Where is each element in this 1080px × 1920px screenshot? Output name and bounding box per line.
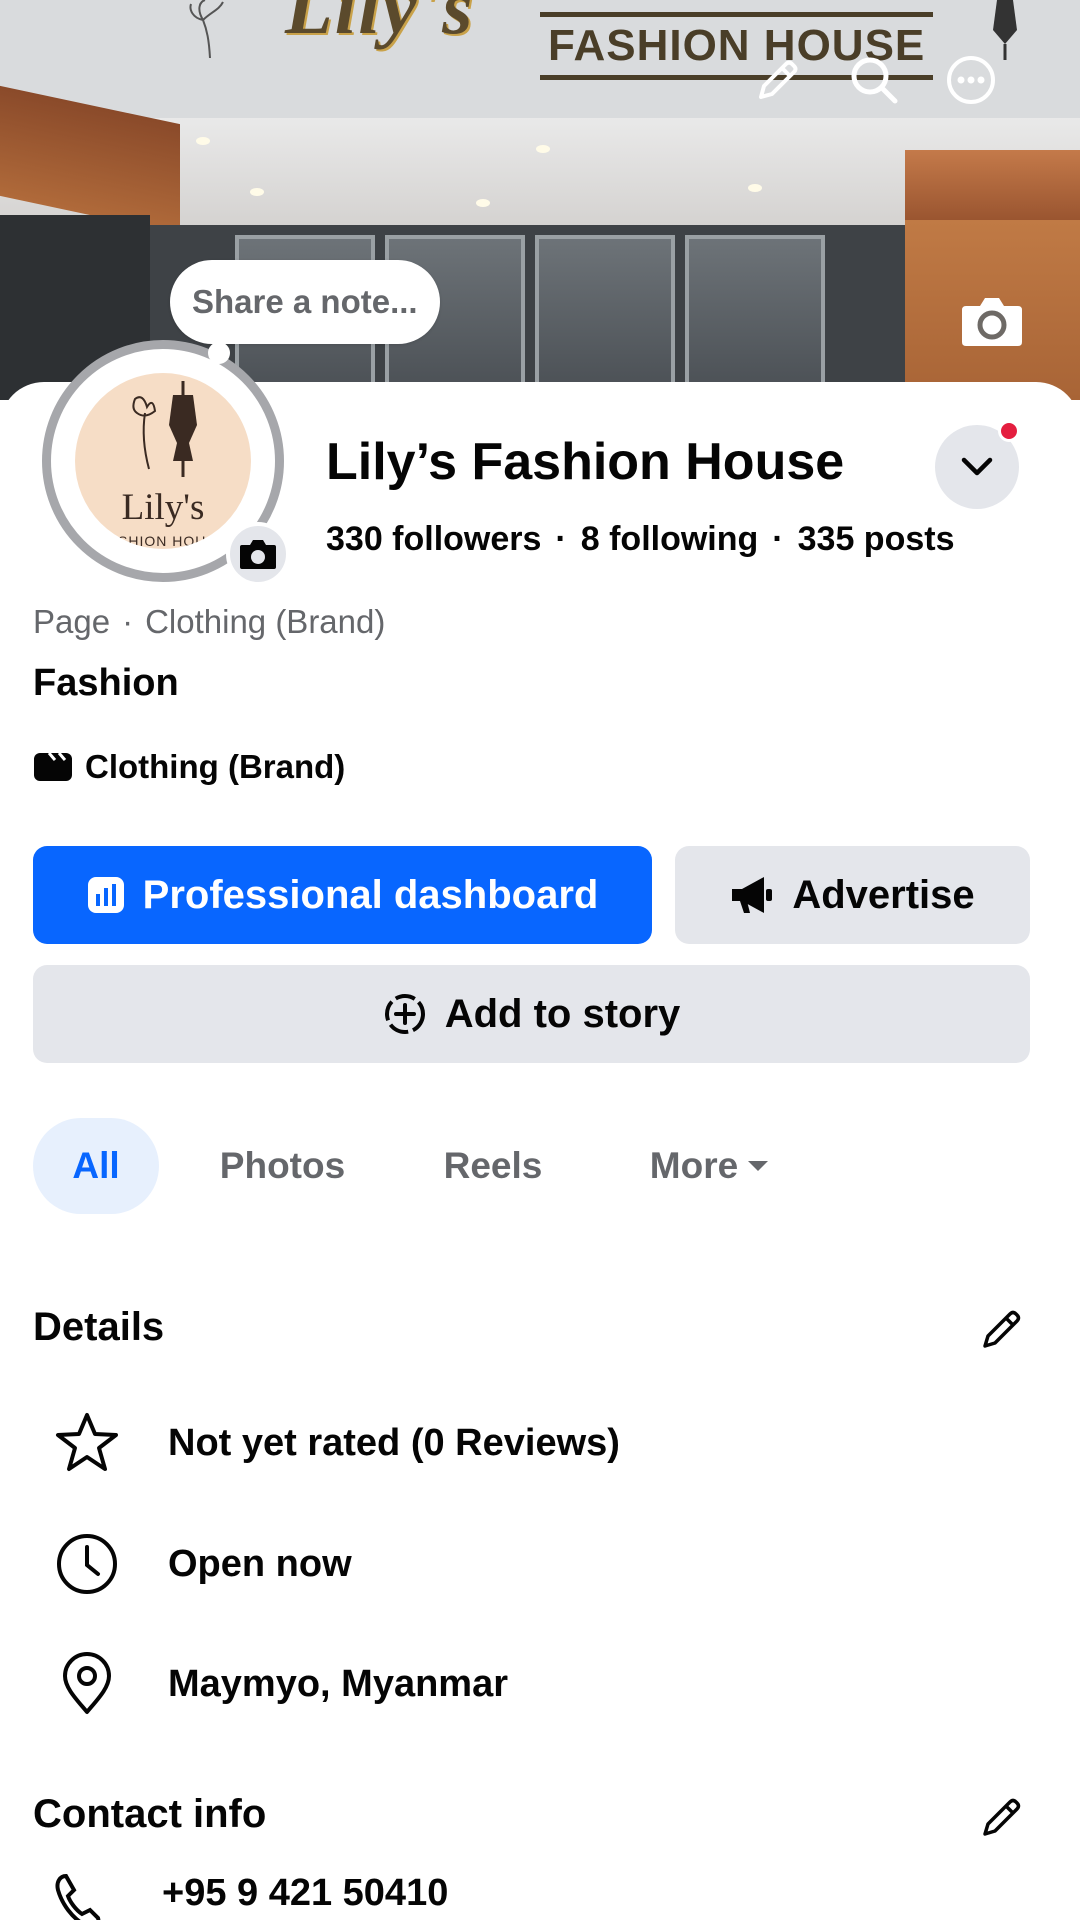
location-pin-icon — [52, 1649, 122, 1719]
cover-awning-right — [905, 150, 1080, 220]
page-bio: Fashion — [33, 662, 179, 704]
note-bubble-tail — [195, 364, 207, 376]
avatar-subtitle-text: FASHION HOUSE — [98, 533, 228, 549]
edit-details-button[interactable] — [975, 1300, 1031, 1356]
phone-icon — [55, 1873, 101, 1920]
edit-cover-button[interactable] — [750, 52, 806, 108]
tab-reels[interactable]: Reels — [428, 1118, 558, 1214]
stats-separator: · — [555, 520, 567, 558]
search-icon — [851, 57, 898, 104]
add-to-story-label: Add to story — [444, 991, 681, 1036]
contact-phone-text: +95 9 421 50410 — [162, 1872, 449, 1914]
page-type-label: Page — [33, 603, 111, 640]
advertise-label: Advertise — [792, 872, 975, 917]
more-options-button[interactable] — [943, 52, 999, 108]
ceiling-light — [536, 145, 550, 153]
detail-location[interactable]: Maymyo, Myanmar — [52, 1649, 508, 1719]
change-profile-picture-button[interactable] — [226, 522, 290, 586]
lily-flower-icon — [189, 0, 224, 58]
category-row-label: Clothing (Brand) — [85, 748, 346, 785]
page-category-label: Clothing (Brand) — [145, 603, 386, 640]
professional-dashboard-label: Professional dashboard — [142, 872, 599, 917]
edit-contact-button[interactable] — [975, 1788, 1031, 1844]
camera-icon — [240, 540, 276, 569]
note-bubble-tail — [208, 342, 230, 364]
category-separator: · — [122, 603, 134, 640]
page-title: Lily’s Fashion House — [326, 433, 845, 491]
star-icon — [52, 1408, 122, 1478]
pencil-icon — [759, 60, 798, 99]
pencil-icon — [983, 1310, 1021, 1348]
profile-stats: 330 followers · 8 following · 335 posts — [326, 520, 954, 559]
ceiling-light — [196, 137, 210, 145]
add-story-icon — [384, 994, 425, 1034]
advertise-button[interactable]: Advertise — [675, 846, 1030, 944]
camera-icon — [962, 298, 1022, 346]
avatar: Lily's FASHION HOUSE — [75, 373, 251, 549]
avatar-brand-text: Lily's — [121, 487, 205, 528]
cover-window — [685, 235, 825, 400]
contact-phone-row[interactable]: +95 9 421 50410 — [52, 1872, 448, 1920]
professional-dashboard-button[interactable]: Professional dashboard — [33, 846, 652, 944]
tab-photos[interactable]: Photos — [200, 1118, 365, 1214]
category-row: Clothing (Brand) — [33, 748, 345, 786]
ceiling-light — [748, 184, 762, 192]
notification-dot — [998, 420, 1020, 442]
tab-more-label: More — [649, 1145, 739, 1186]
stats-separator: · — [772, 520, 784, 558]
detail-rating-text: Not yet rated (0 Reviews) — [168, 1421, 620, 1464]
ceiling-light — [250, 188, 264, 196]
change-cover-photo-button[interactable] — [960, 292, 1024, 348]
add-to-story-button[interactable]: Add to story — [33, 965, 1030, 1063]
page-category-line: Page · Clothing (Brand) — [33, 603, 385, 641]
chevron-down-icon — [961, 457, 993, 476]
clapperboard-icon — [34, 752, 72, 781]
more-horizontal-icon — [947, 56, 995, 104]
dashboard-chart-icon — [87, 877, 124, 913]
contact-info-heading: Contact info — [33, 1792, 267, 1836]
detail-hours-text: Open now — [168, 1542, 352, 1585]
following-count[interactable]: 8 following — [581, 520, 759, 558]
followers-count[interactable]: 330 followers — [326, 520, 541, 558]
share-note-bubble[interactable]: Share a note... — [170, 260, 440, 344]
search-button[interactable] — [846, 52, 902, 108]
posts-count: 335 posts — [797, 520, 955, 558]
logo-mannequin-icon — [132, 381, 197, 477]
ceiling-light — [476, 199, 490, 207]
caret-down-icon — [748, 1161, 769, 1171]
detail-location-text: Maymyo, Myanmar — [168, 1662, 509, 1705]
details-heading: Details — [33, 1305, 165, 1349]
tab-more[interactable]: More — [625, 1118, 795, 1214]
detail-rating[interactable]: Not yet rated (0 Reviews) — [52, 1408, 620, 1478]
detail-hours[interactable]: Open now — [52, 1529, 352, 1599]
mannequin-icon — [993, 0, 1017, 60]
megaphone-icon — [732, 877, 773, 913]
cover-window — [535, 235, 675, 400]
cover-sign-brand: Lily's — [285, 0, 475, 50]
pencil-icon — [983, 1798, 1021, 1836]
clock-icon — [52, 1529, 122, 1599]
tab-all[interactable]: All — [33, 1118, 159, 1214]
